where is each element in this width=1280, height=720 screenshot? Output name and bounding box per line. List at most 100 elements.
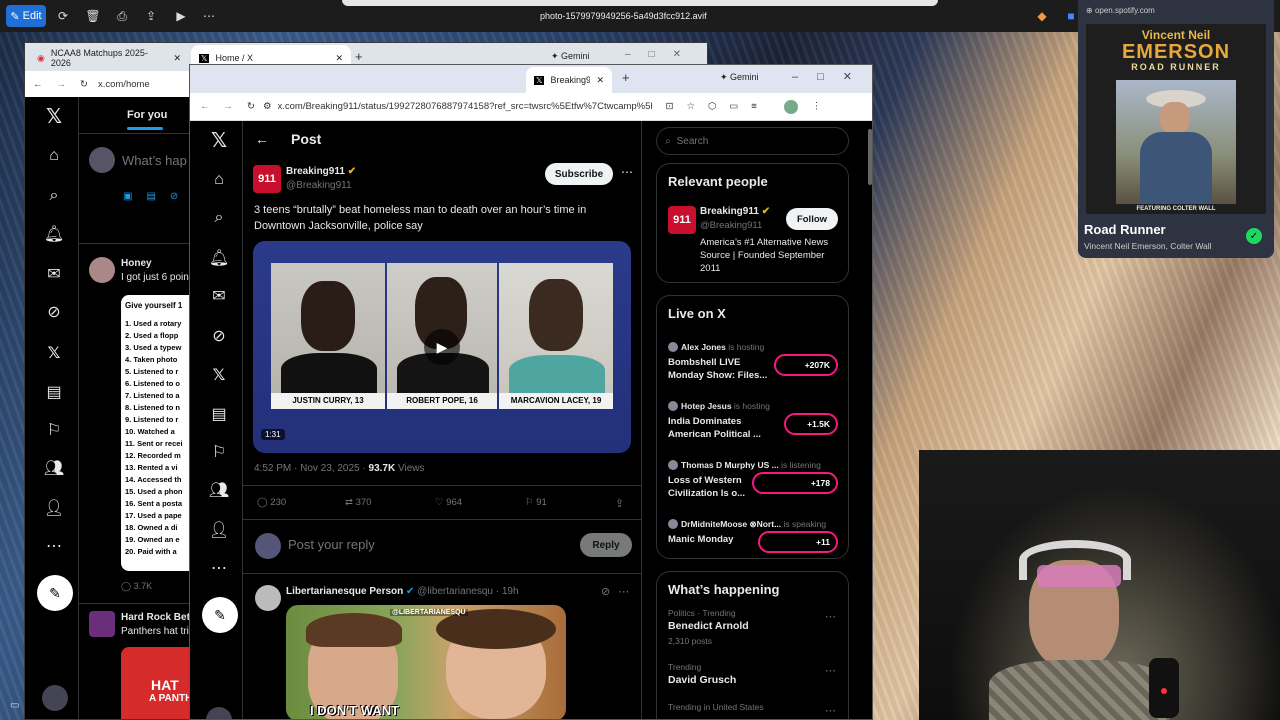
reply-action[interactable]: ◯ 230 [257,497,286,508]
reload-icon[interactable]: ↻ [247,101,255,112]
close-icon[interactable]: ✕ [335,53,343,64]
bell-icon[interactable]: 🔔︎ [208,247,230,269]
mail-icon[interactable]: ✉ [43,263,65,285]
more-icon[interactable]: ⋯ [825,664,836,677]
bookmark-icon[interactable]: ⚐ [43,419,65,441]
bookmark-action[interactable]: ⚐ 91 [525,497,547,508]
live-item[interactable]: Alex Jones is hosting Bombshell LIVE Mond… [657,342,848,398]
person-name[interactable]: Breaking911 ✔ [700,206,770,217]
author-name[interactable]: Breaking911 ✔ [286,166,356,177]
video-player[interactable]: JUSTIN CURRY, 13 ROBERT POPE, 16 MARCAVI… [253,241,631,453]
live-join-button[interactable]: +207K [774,354,838,376]
app-icon[interactable]: ■ [1064,5,1078,27]
search-icon[interactable]: ⌕ [43,185,65,207]
forward-icon[interactable]: → [57,79,67,90]
premium-x-icon[interactable]: 𝕏 [43,341,65,363]
follow-button[interactable]: Follow [786,208,838,230]
search-icon[interactable]: ⌕ [208,207,230,229]
tab-breaking911[interactable]: 𝕏Breaking911✕ [526,67,612,93]
url-text[interactable]: x.com/Breaking911/status/199272807688797… [278,101,652,112]
share-icon[interactable]: ⇪ [615,497,624,510]
avatar[interactable]: 911 [668,206,696,234]
close-icon[interactable]: ✕ [173,53,181,64]
x-logo-icon[interactable]: 𝕏 [208,128,230,152]
back-arrow-icon[interactable]: ← [255,131,269,147]
more-icon[interactable]: ⋯ [621,165,633,179]
new-tab-icon[interactable]: + [622,70,630,85]
site-info-icon[interactable]: ⚙ [263,101,272,112]
lists-icon[interactable]: ▤ [208,403,230,425]
menu-icon[interactable]: ⋮ [812,101,822,112]
live-item[interactable]: Hotep Jesus is hosting India Dominates Am… [657,401,848,457]
slideshow-icon[interactable]: ▶ [172,5,190,27]
profile-icon[interactable]: 👤︎ [43,497,65,519]
avatar[interactable] [42,685,68,711]
profile-icon[interactable]: 👤︎ [208,519,230,541]
home-icon[interactable]: ⌂ [43,145,65,167]
bookmark-icon[interactable]: ⚐ [208,441,230,463]
author-handle[interactable]: @Breaking911 [286,180,352,191]
post-author[interactable]: Honey [121,258,152,269]
bell-icon[interactable]: 🔔︎ [43,223,65,245]
grok-icon[interactable]: ⊘ [208,325,230,347]
reload-icon[interactable]: ↻ [80,79,88,90]
avatar[interactable] [206,707,232,719]
live-item[interactable]: Thomas D Murphy US ... is listening Loss … [657,460,848,516]
gemini-button[interactable]: ✦ Gemini [551,51,590,62]
reply-options[interactable]: ⊘⋯ [601,585,637,598]
browser-toolbar-icons[interactable]: ⊡☆⬡▭≡ [666,101,770,112]
x-logo-icon[interactable]: 𝕏 [43,104,65,128]
more-icon[interactable]: ⋯ [825,704,836,717]
profile-avatar[interactable] [783,99,798,114]
person-handle[interactable]: @Breaking911 [700,220,762,231]
promo-image[interactable]: HAT A PANTH [121,647,191,719]
communities-icon[interactable]: 👥︎ [43,457,65,479]
reply-author[interactable]: Libertarianesque Person ✔ @libertarianes… [286,586,519,597]
gemini-button[interactable]: ✦ Gemini [720,72,759,83]
window-controls[interactable]: –□✕ [792,70,871,83]
window-controls[interactable]: –□✕ [625,49,699,60]
play-icon[interactable]: ▶ [424,329,460,365]
url-text[interactable]: x.com/home [98,79,150,90]
post-image[interactable]: Give yourself 1 1. Used a rotary 2. Used … [121,295,191,571]
communities-icon[interactable]: 👥︎ [208,479,230,501]
compose-button[interactable]: ✎ [202,597,238,633]
close-icon[interactable]: ✕ [596,75,604,86]
taskbar-icon[interactable]: ▭ [10,700,19,711]
post-author[interactable]: Hard Rock Bet [121,612,190,623]
avatar[interactable]: 911 [253,165,281,193]
new-tab-icon[interactable]: + [355,49,363,64]
forward-icon[interactable]: → [224,101,234,112]
share-icon[interactable]: ⇪ [142,5,160,27]
live-join-button[interactable]: +11 [758,531,838,553]
tab-for-you[interactable]: For you [127,109,167,121]
compose-input[interactable]: What’s hap [122,153,187,168]
premium-x-icon[interactable]: 𝕏 [208,363,230,385]
subscribe-button[interactable]: Subscribe [545,163,613,185]
reply-button[interactable]: Reply [580,533,632,557]
meme-image[interactable]: @LIBERTARIANESQU I DON'T WANT [286,605,566,719]
copilot-icon[interactable]: ◆ [1034,5,1050,27]
more-icon[interactable]: ⋯ [208,557,230,579]
check-icon[interactable]: ✓ [1246,228,1262,244]
back-icon[interactable]: ← [33,79,43,90]
live-join-button[interactable]: +1.5K [784,413,838,435]
tab-ncaa[interactable]: ◉ NCAA8 Matchups 2025-2026 ✕ [29,45,189,71]
like-action[interactable]: ♡ 964 [435,497,462,508]
more-icon[interactable]: ⋯ [43,535,65,557]
delete-icon[interactable]: 🗑 [84,5,102,27]
search-input[interactable]: ⌕ Search [656,127,849,155]
trend-item[interactable]: Trending in United States ⋯ [657,702,848,719]
compose-button[interactable]: ✎ [37,575,73,611]
back-icon[interactable]: ← [200,101,210,112]
live-item[interactable]: DrMidniteMoose ⊗Nort... is speaking Manic… [657,519,848,575]
mail-icon[interactable]: ✉ [208,285,230,307]
home-icon[interactable]: ⌂ [208,169,230,191]
print-icon[interactable]: ⎙ [113,5,131,27]
repost-action[interactable]: ⇄ 370 [345,497,371,508]
scrollbar[interactable] [868,129,872,185]
album-art[interactable]: Vincent Neil EMERSON ROAD RUNNER FEATURI… [1086,24,1266,214]
grok-icon[interactable]: ⊘ [43,301,65,323]
edit-button[interactable]: ✎ Edit [6,5,46,27]
compose-tools[interactable]: ▣▤⊘ [123,191,192,202]
